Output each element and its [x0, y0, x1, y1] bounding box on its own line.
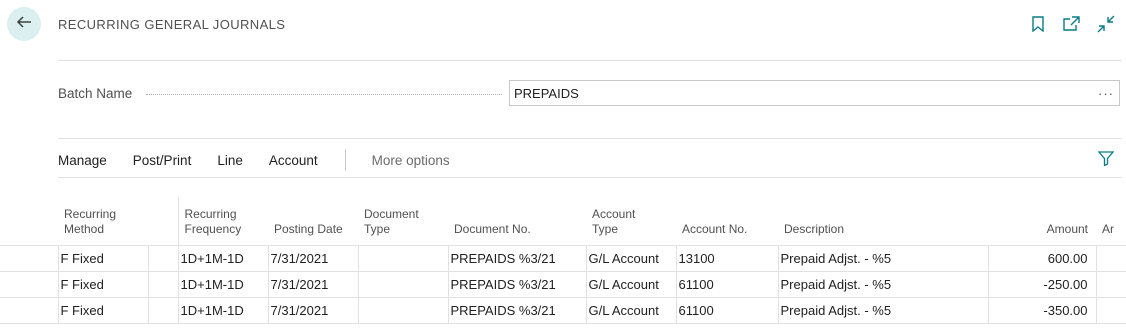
more-options-button[interactable]: More options: [372, 153, 450, 168]
cell-recurring-frequency[interactable]: 1D+1M-1D: [177, 296, 268, 324]
grid-header-spacer: [0, 197, 58, 245]
divider: [58, 60, 1122, 61]
cell-amount[interactable]: -350.00: [987, 296, 1096, 324]
batch-name-value: PREPAIDS: [514, 85, 579, 101]
col-header-document-type[interactable]: Document Type: [358, 197, 448, 245]
divider: [58, 177, 1122, 178]
cell-truncated[interactable]: [1095, 296, 1126, 324]
cell-account-type[interactable]: G/L Account: [585, 244, 676, 271]
row-spacer: [0, 244, 58, 271]
cell-description[interactable]: Prepaid Adjst. - %5: [777, 270, 988, 297]
cell-account-type[interactable]: G/L Account: [585, 296, 676, 324]
grid-header-spacer: [148, 197, 179, 245]
col-header-amount[interactable]: Amount: [988, 197, 1096, 245]
action-separator: [344, 149, 346, 171]
action-bar: Manage Post/Print Line Account More opti…: [58, 149, 450, 171]
cell-recurring-frequency[interactable]: 1D+1M-1D: [177, 244, 268, 271]
col-header-description[interactable]: Description: [778, 197, 988, 245]
cell-posting-date[interactable]: 7/31/2021: [267, 296, 358, 324]
back-button[interactable]: [7, 7, 41, 41]
page-title: RECURRING GENERAL JOURNALS: [58, 17, 286, 32]
divider: [58, 138, 1122, 139]
col-header-document-no[interactable]: Document No.: [448, 197, 586, 245]
cell-recurring-method[interactable]: F Fixed: [57, 296, 148, 324]
action-account[interactable]: Account: [269, 153, 318, 168]
batch-lookup-button[interactable]: ···: [1093, 86, 1119, 101]
top-toolbar: [1028, 14, 1116, 34]
table-row[interactable]: F Fixed 1D+1M-1D 7/31/2021 PREPAIDS %3/2…: [0, 296, 1126, 324]
cell-document-no[interactable]: PREPAIDS %3/21: [447, 244, 586, 271]
cell-account-type[interactable]: G/L Account: [585, 270, 676, 297]
cell-posting-date[interactable]: 7/31/2021: [267, 270, 358, 297]
cell-account-no[interactable]: 13100: [675, 244, 778, 271]
col-header-recurring-frequency[interactable]: Recurring Frequency: [178, 197, 268, 245]
cell-description[interactable]: Prepaid Adjst. - %5: [777, 244, 988, 271]
cell-recurring-frequency[interactable]: 1D+1M-1D: [177, 270, 268, 297]
cell-spacer: [147, 296, 178, 324]
cell-spacer: [147, 270, 178, 297]
cell-truncated[interactable]: [1095, 270, 1126, 297]
journal-lines-grid: Recurring Method Recurring Frequency Pos…: [0, 197, 1126, 324]
cell-truncated[interactable]: [1095, 244, 1126, 271]
action-line[interactable]: Line: [217, 153, 243, 168]
col-header-truncated[interactable]: Ar: [1096, 197, 1126, 245]
batch-name-label: Batch Name: [58, 86, 133, 101]
cell-document-no[interactable]: PREPAIDS %3/21: [447, 296, 586, 324]
filter-icon[interactable]: [1097, 150, 1115, 171]
cell-document-type[interactable]: [357, 296, 448, 324]
cell-amount[interactable]: -250.00: [987, 270, 1096, 297]
batch-name-leader: [146, 94, 502, 95]
table-row[interactable]: F Fixed 1D+1M-1D 7/31/2021 PREPAIDS %3/2…: [0, 270, 1126, 297]
cell-description[interactable]: Prepaid Adjst. - %5: [777, 296, 988, 324]
cell-recurring-method[interactable]: F Fixed: [57, 244, 148, 271]
cell-recurring-method[interactable]: F Fixed: [57, 270, 148, 297]
collapse-icon[interactable]: [1096, 14, 1116, 34]
table-row[interactable]: F Fixed 1D+1M-1D 7/31/2021 PREPAIDS %3/2…: [0, 244, 1126, 271]
cell-account-no[interactable]: 61100: [675, 296, 778, 324]
cell-posting-date[interactable]: 7/31/2021: [267, 244, 358, 271]
cell-document-no[interactable]: PREPAIDS %3/21: [447, 270, 586, 297]
arrow-left-icon: [15, 13, 33, 36]
batch-name-field[interactable]: PREPAIDS ···: [509, 80, 1120, 106]
col-header-posting-date[interactable]: Posting Date: [268, 197, 358, 245]
action-post-print[interactable]: Post/Print: [133, 153, 192, 168]
row-spacer: [0, 270, 58, 297]
col-header-account-type[interactable]: Account Type: [586, 197, 676, 245]
action-manage[interactable]: Manage: [58, 153, 107, 168]
bookmark-icon[interactable]: [1028, 14, 1048, 34]
cell-document-type[interactable]: [357, 244, 448, 271]
cell-amount[interactable]: 600.00: [987, 244, 1096, 271]
cell-account-no[interactable]: 61100: [675, 270, 778, 297]
col-header-account-no[interactable]: Account No.: [676, 197, 778, 245]
cell-document-type[interactable]: [357, 270, 448, 297]
cell-spacer: [147, 244, 178, 271]
row-spacer: [0, 296, 58, 324]
open-new-window-icon[interactable]: [1062, 14, 1082, 34]
col-header-recurring-method[interactable]: Recurring Method: [58, 197, 148, 245]
